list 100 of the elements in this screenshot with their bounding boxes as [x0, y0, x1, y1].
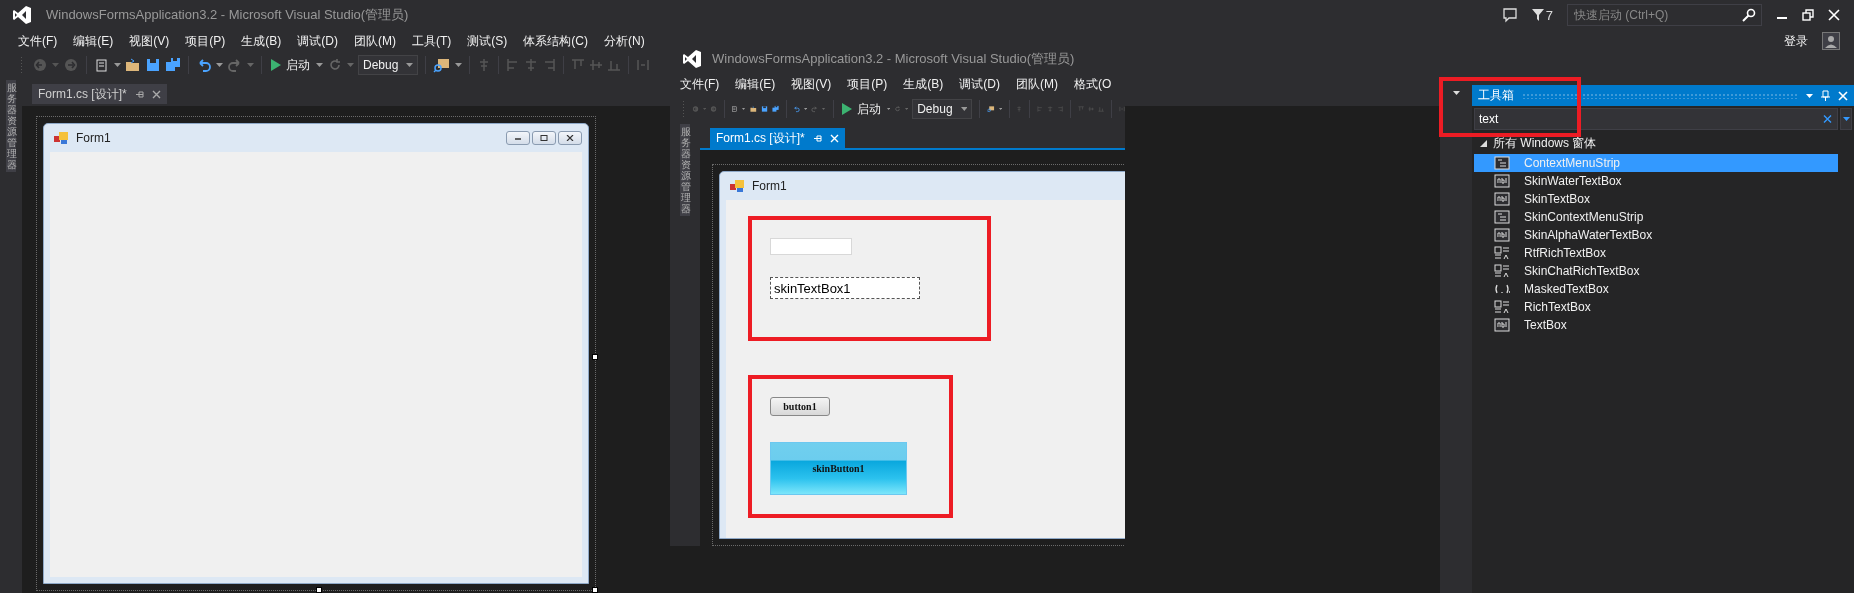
category-label: 所有 Windows 窗体 [1493, 134, 1597, 152]
start-button[interactable]: 启动 [839, 100, 883, 118]
maximize-button[interactable] [532, 131, 556, 145]
restore-icon[interactable] [1802, 9, 1814, 21]
quick-launch-field[interactable]: 快速启动 (Ctrl+Q) [1567, 4, 1762, 26]
pin-icon[interactable] [812, 133, 822, 143]
caret-icon[interactable] [114, 63, 121, 67]
menu-item[interactable]: 格式(O [1066, 75, 1120, 93]
minimize-button[interactable] [506, 131, 530, 145]
caret-icon[interactable] [455, 63, 463, 67]
form-button[interactable]: button1 [770, 397, 830, 416]
skin-button[interactable]: skinButton1 [770, 442, 907, 495]
search-icon[interactable] [1742, 8, 1756, 22]
new-project-icon[interactable] [94, 57, 110, 73]
caret-icon[interactable] [960, 107, 968, 111]
form-title: Form1 [76, 131, 111, 145]
menu-item[interactable]: 分析(N) [596, 32, 653, 50]
toolbox-item[interactable]: MaskedTextBox [1474, 280, 1838, 298]
feedback-icon[interactable] [1501, 7, 1518, 23]
menu-item[interactable]: 编辑(E) [65, 32, 122, 50]
start-button[interactable]: 启动 [269, 56, 312, 74]
textbox-icon [1494, 318, 1510, 332]
pin-icon[interactable] [134, 89, 144, 99]
undo-icon[interactable] [196, 57, 212, 73]
pin-icon[interactable] [1821, 90, 1830, 101]
menu-item[interactable]: 生成(B) [233, 32, 290, 50]
toolbox-item[interactable]: TextBox [1474, 316, 1838, 334]
rich-textbox-icon [1494, 300, 1510, 314]
document-tab[interactable]: Form1.cs [设计]* [710, 128, 845, 148]
toolbox-item[interactable]: SkinContextMenuStrip [1474, 208, 1838, 226]
toolbox-item[interactable]: RtfRichTextBox [1474, 244, 1838, 262]
caret-icon[interactable] [886, 107, 891, 111]
maximize-icon [540, 135, 548, 141]
rich-textbox-icon [1494, 264, 1510, 278]
caret-icon[interactable] [1452, 91, 1460, 95]
toolbox-item[interactable]: RichTextBox [1474, 298, 1838, 316]
item-label: SkinAlphaWaterTextBox [1524, 228, 1653, 242]
filter-icon[interactable] [1531, 9, 1544, 21]
menu-item[interactable]: 编辑(E) [727, 75, 784, 93]
minimize-icon [514, 135, 522, 141]
refresh-icon[interactable] [327, 57, 343, 73]
textbox-icon [1494, 228, 1510, 242]
configuration-dropdown[interactable]: Debug [912, 99, 973, 119]
side-panel-tab[interactable]: 服务器资源管理器 [680, 124, 690, 216]
menu-strip-icon [1494, 156, 1510, 170]
redo-icon[interactable] [227, 57, 243, 73]
form-icon [54, 131, 70, 145]
close-button[interactable] [558, 131, 582, 145]
menu-item[interactable]: 团队(M) [346, 32, 404, 50]
side-panel-tab[interactable]: 服务器资源管理器 [6, 80, 16, 172]
category-header[interactable]: 所有 Windows 窗体 [1472, 132, 1854, 154]
menu-item[interactable]: 视图(V) [783, 75, 840, 93]
resize-handle[interactable] [316, 587, 322, 593]
caret-icon[interactable] [316, 63, 323, 67]
item-label: RichTextBox [1524, 300, 1591, 314]
menu-item[interactable]: 调试(D) [951, 75, 1008, 93]
save-all-icon[interactable] [165, 57, 181, 73]
toolbox-item[interactable]: SkinChatRichTextBox [1474, 262, 1838, 280]
menu-item[interactable]: 体系结构(C) [515, 32, 596, 50]
menu-item[interactable]: 视图(V) [121, 32, 178, 50]
logo-icon [682, 48, 702, 69]
panel-title: 工具箱 [1478, 87, 1514, 104]
toolbox-item[interactable]: SkinAlphaWaterTextBox [1474, 226, 1838, 244]
form-window[interactable]: Form1 skinTextBox1 button1 skinButton1 [719, 171, 1125, 539]
open-folder-icon[interactable] [125, 57, 141, 73]
search-field[interactable]: text [1474, 108, 1838, 130]
menu-item[interactable]: 调试(D) [289, 32, 346, 50]
caret-icon[interactable] [1842, 117, 1850, 121]
menu-item[interactable]: 项目(P) [839, 75, 896, 93]
caret-icon[interactable] [216, 63, 223, 67]
clear-icon[interactable] [1823, 114, 1832, 124]
menu-item[interactable]: 工具(T) [404, 32, 460, 50]
menu-item[interactable]: 文件(F) [10, 32, 66, 50]
search-options-button[interactable] [1840, 108, 1852, 130]
text-field[interactable] [770, 238, 852, 255]
text-field[interactable]: skinTextBox1 [770, 277, 920, 299]
avatar-icon[interactable] [1822, 32, 1840, 50]
find-in-files-icon[interactable] [433, 57, 452, 73]
notification-count[interactable]: 7 [1545, 7, 1553, 23]
caret-icon[interactable] [804, 107, 808, 111]
menu-item[interactable]: 文件(F) [672, 75, 728, 93]
toolbox-item[interactable]: SkinWaterTextBox [1474, 172, 1838, 190]
caret-icon[interactable] [1806, 93, 1813, 98]
save-icon[interactable] [145, 57, 161, 73]
configuration-dropdown[interactable]: Debug [358, 55, 419, 75]
form-window[interactable]: Form1 [43, 123, 589, 584]
item-label: MaskedTextBox [1524, 282, 1609, 296]
caret-icon[interactable] [406, 63, 414, 67]
logo-icon [12, 5, 32, 25]
caret-icon[interactable] [998, 107, 1002, 111]
resize-handle[interactable] [592, 587, 598, 593]
caret-icon[interactable] [742, 107, 746, 111]
toolbox-item[interactable]: SkinTextBox [1474, 190, 1838, 208]
resize-handle[interactable] [592, 353, 598, 360]
menu-item[interactable]: 项目(P) [177, 32, 234, 50]
menu-item[interactable]: 团队(M) [1008, 75, 1066, 93]
sign-in-link[interactable]: 登录 [1784, 32, 1808, 50]
document-tab[interactable]: Form1.cs [设计]* [32, 84, 167, 104]
menu-item[interactable]: 生成(B) [895, 75, 952, 93]
menu-item[interactable]: 测试(S) [459, 32, 516, 50]
